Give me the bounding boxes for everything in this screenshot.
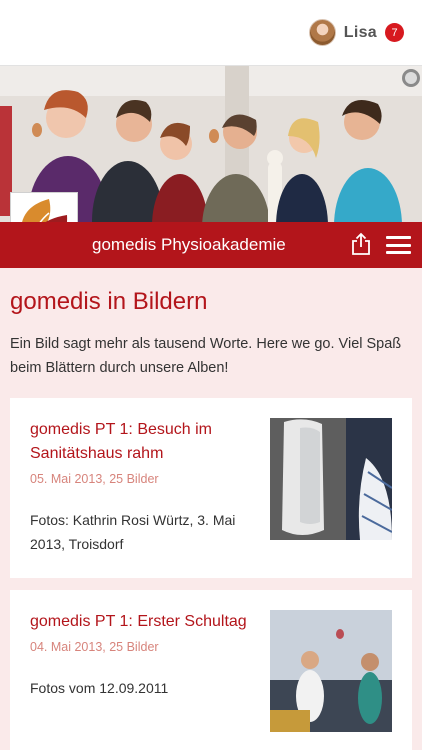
- album-card[interactable]: gomedis PT 1: Besuch im Sanitätshaus rah…: [10, 398, 412, 578]
- page-title: gomedis in Bildern: [10, 288, 208, 315]
- notification-badge[interactable]: 7: [385, 23, 404, 42]
- album-description: Fotos vom 12.09.2011: [30, 680, 169, 696]
- album-title[interactable]: gomedis PT 1: Erster Schultag: [30, 610, 250, 634]
- intro-text: Ein Bild sagt mehr als tausend Worte. He…: [10, 336, 402, 376]
- album-text: gomedis PT 1: Erster Schultag 04. Mai 20…: [30, 610, 250, 732]
- hero-banner: gomedis Physioakademie: [0, 66, 422, 268]
- share-icon[interactable]: [350, 232, 372, 256]
- user-profile[interactable]: Lisa 7: [308, 19, 404, 46]
- top-bar: Lisa 7: [0, 0, 422, 66]
- brand-name: gomedis Physioakademie: [92, 235, 286, 254]
- album-meta: 05. Mai 2013, 25 Bilder: [30, 472, 159, 486]
- album-thumbnail[interactable]: [270, 610, 392, 732]
- album-title[interactable]: gomedis PT 1: Besuch im Sanitätshaus rah…: [30, 418, 250, 466]
- brand-bar: gomedis Physioakademie: [0, 222, 422, 268]
- avatar[interactable]: [308, 19, 336, 46]
- album-thumbnail[interactable]: [270, 418, 392, 540]
- hamburger-menu-icon[interactable]: [386, 236, 411, 254]
- main-content: gomedis in Bildern Ein Bild sagt mehr al…: [0, 268, 422, 750]
- album-meta: 04. Mai 2013, 25 Bilder: [30, 640, 159, 654]
- user-name[interactable]: Lisa: [344, 24, 377, 42]
- album-description: Fotos: Kathrin Rosi Würtz, 3. Mai 2013, …: [30, 512, 236, 552]
- album-card[interactable]: gomedis PT 1: Erster Schultag 04. Mai 20…: [10, 590, 412, 750]
- album-text: gomedis PT 1: Besuch im Sanitätshaus rah…: [30, 418, 250, 556]
